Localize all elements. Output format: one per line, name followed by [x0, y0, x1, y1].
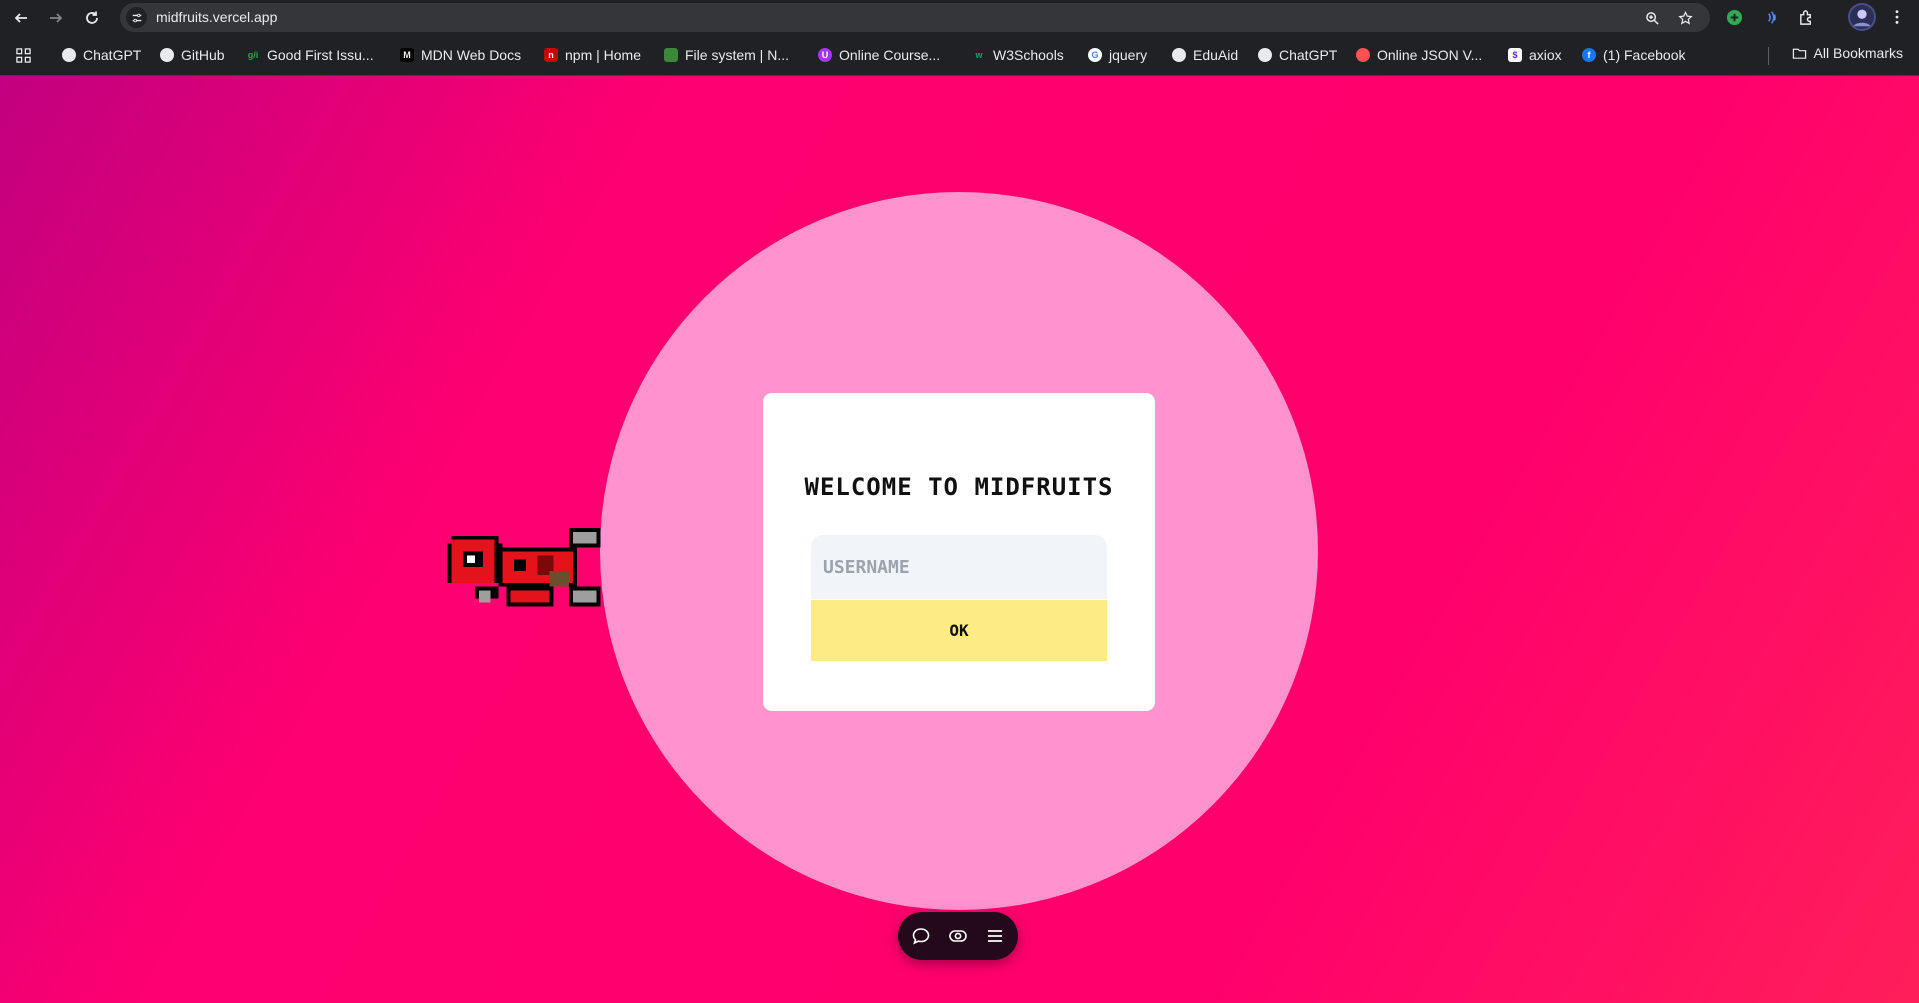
- zoom-icon[interactable]: [1642, 8, 1662, 28]
- bookmarks-divider: [1768, 47, 1769, 65]
- bookmark-item[interactable]: ChatGPT: [1258, 45, 1337, 65]
- arrow-right-icon: [50, 13, 63, 23]
- bookmark-item[interactable]: Online JSON V...: [1356, 45, 1482, 65]
- address-bar[interactable]: midfruits.vercel.app: [120, 3, 1710, 32]
- mdn-icon: M: [400, 48, 414, 62]
- modal-title: WELCOME TO MIDFRUITS: [804, 473, 1114, 501]
- menu-button[interactable]: [981, 922, 1009, 950]
- bookmark-item[interactable]: GitHub: [160, 45, 225, 65]
- site-info-icon[interactable]: [126, 7, 147, 28]
- floating-toolbar: [898, 912, 1018, 960]
- reload-icon: [86, 11, 98, 24]
- back-button[interactable]: [8, 5, 34, 31]
- w3schools-icon: w: [975, 50, 983, 60]
- json-icon: [1356, 48, 1370, 62]
- url-text: midfruits.vercel.app: [156, 9, 278, 25]
- bookmark-label: MDN Web Docs: [421, 47, 522, 63]
- bookmark-label: axiox: [1529, 47, 1562, 63]
- profile-avatar[interactable]: [1848, 3, 1876, 31]
- facebook-icon: f: [1582, 48, 1596, 62]
- bookmark-item[interactable]: n npm | Home: [544, 45, 641, 65]
- folder-icon: [1792, 48, 1806, 59]
- bookmark-item[interactable]: g/i Good First Issu...: [246, 45, 374, 65]
- forward-button[interactable]: [43, 5, 69, 31]
- bookmarks-bar: ChatGPT GitHub g/i Good First Issu... M …: [0, 35, 1919, 76]
- nodejs-icon: [664, 48, 678, 62]
- bookmark-item[interactable]: $ axiox: [1508, 45, 1562, 65]
- login-modal: WELCOME TO MIDFRUITS OK: [763, 393, 1155, 711]
- all-bookmarks-folder[interactable]: All Bookmarks: [1792, 45, 1903, 61]
- bookmark-item[interactable]: File system | N...: [664, 45, 789, 65]
- bookmark-star-icon[interactable]: [1675, 8, 1695, 28]
- view-toggle-button[interactable]: [944, 922, 972, 950]
- github-icon: [1172, 48, 1186, 62]
- apps-grid-icon[interactable]: [16, 45, 31, 65]
- bookmark-label: GitHub: [181, 47, 225, 63]
- all-bookmarks-label: All Bookmarks: [1813, 45, 1903, 61]
- extension-green-icon[interactable]: [1723, 6, 1745, 28]
- udemy-icon: U: [818, 48, 832, 62]
- reload-button[interactable]: [79, 5, 105, 31]
- bookmark-label: Online Course...: [839, 47, 941, 63]
- eye-toggle-icon: [949, 930, 967, 942]
- arrow-left-icon: [14, 13, 27, 23]
- bookmark-item[interactable]: w W3Schools: [972, 45, 1064, 65]
- bookmark-label: File system | N...: [685, 47, 789, 63]
- bookmark-item[interactable]: M MDN Web Docs: [400, 45, 521, 65]
- axios-icon: $: [1508, 48, 1522, 62]
- bookmark-label: ChatGPT: [83, 47, 142, 63]
- browser-toolbar: midfruits.vercel.app: [0, 0, 1919, 35]
- bookmark-label: ChatGPT: [1279, 47, 1338, 63]
- chat-button[interactable]: [907, 922, 935, 950]
- google-icon: G: [1088, 48, 1102, 62]
- ok-button[interactable]: OK: [811, 600, 1107, 661]
- bookmark-item[interactable]: G jquery: [1088, 45, 1147, 65]
- bookmark-label: Good First Issu...: [267, 47, 374, 63]
- npm-icon: n: [544, 48, 558, 62]
- bookmark-label: jquery: [1109, 47, 1148, 63]
- hamburger-icon: [988, 930, 1002, 942]
- username-input[interactable]: [811, 535, 1107, 599]
- chatgpt-icon: [1258, 48, 1272, 62]
- pixel-character-sprite: [447, 527, 601, 607]
- github-icon: [160, 48, 174, 62]
- bookmark-item[interactable]: U Online Course...: [818, 45, 940, 65]
- page-background: WELCOME TO MIDFRUITS OK: [0, 76, 1919, 1003]
- extension-wave-icon[interactable]: [1760, 6, 1782, 28]
- chatgpt-icon: [62, 48, 76, 62]
- bookmark-item[interactable]: EduAid: [1172, 45, 1238, 65]
- bookmark-item[interactable]: f (1) Facebook: [1582, 45, 1685, 65]
- bookmark-label: EduAid: [1193, 47, 1239, 63]
- gfi-icon: g/i: [247, 50, 259, 60]
- bookmark-label: W3Schools: [993, 47, 1064, 63]
- bookmark-label: Online JSON V...: [1377, 47, 1483, 63]
- bookmark-label: npm | Home: [565, 47, 641, 63]
- bookmark-label: (1) Facebook: [1603, 47, 1686, 63]
- browser-menu-icon[interactable]: [1886, 6, 1908, 28]
- bookmark-item[interactable]: ChatGPT: [62, 45, 141, 65]
- chat-bubble-icon: [912, 928, 930, 945]
- extensions-puzzle-icon[interactable]: [1795, 6, 1817, 28]
